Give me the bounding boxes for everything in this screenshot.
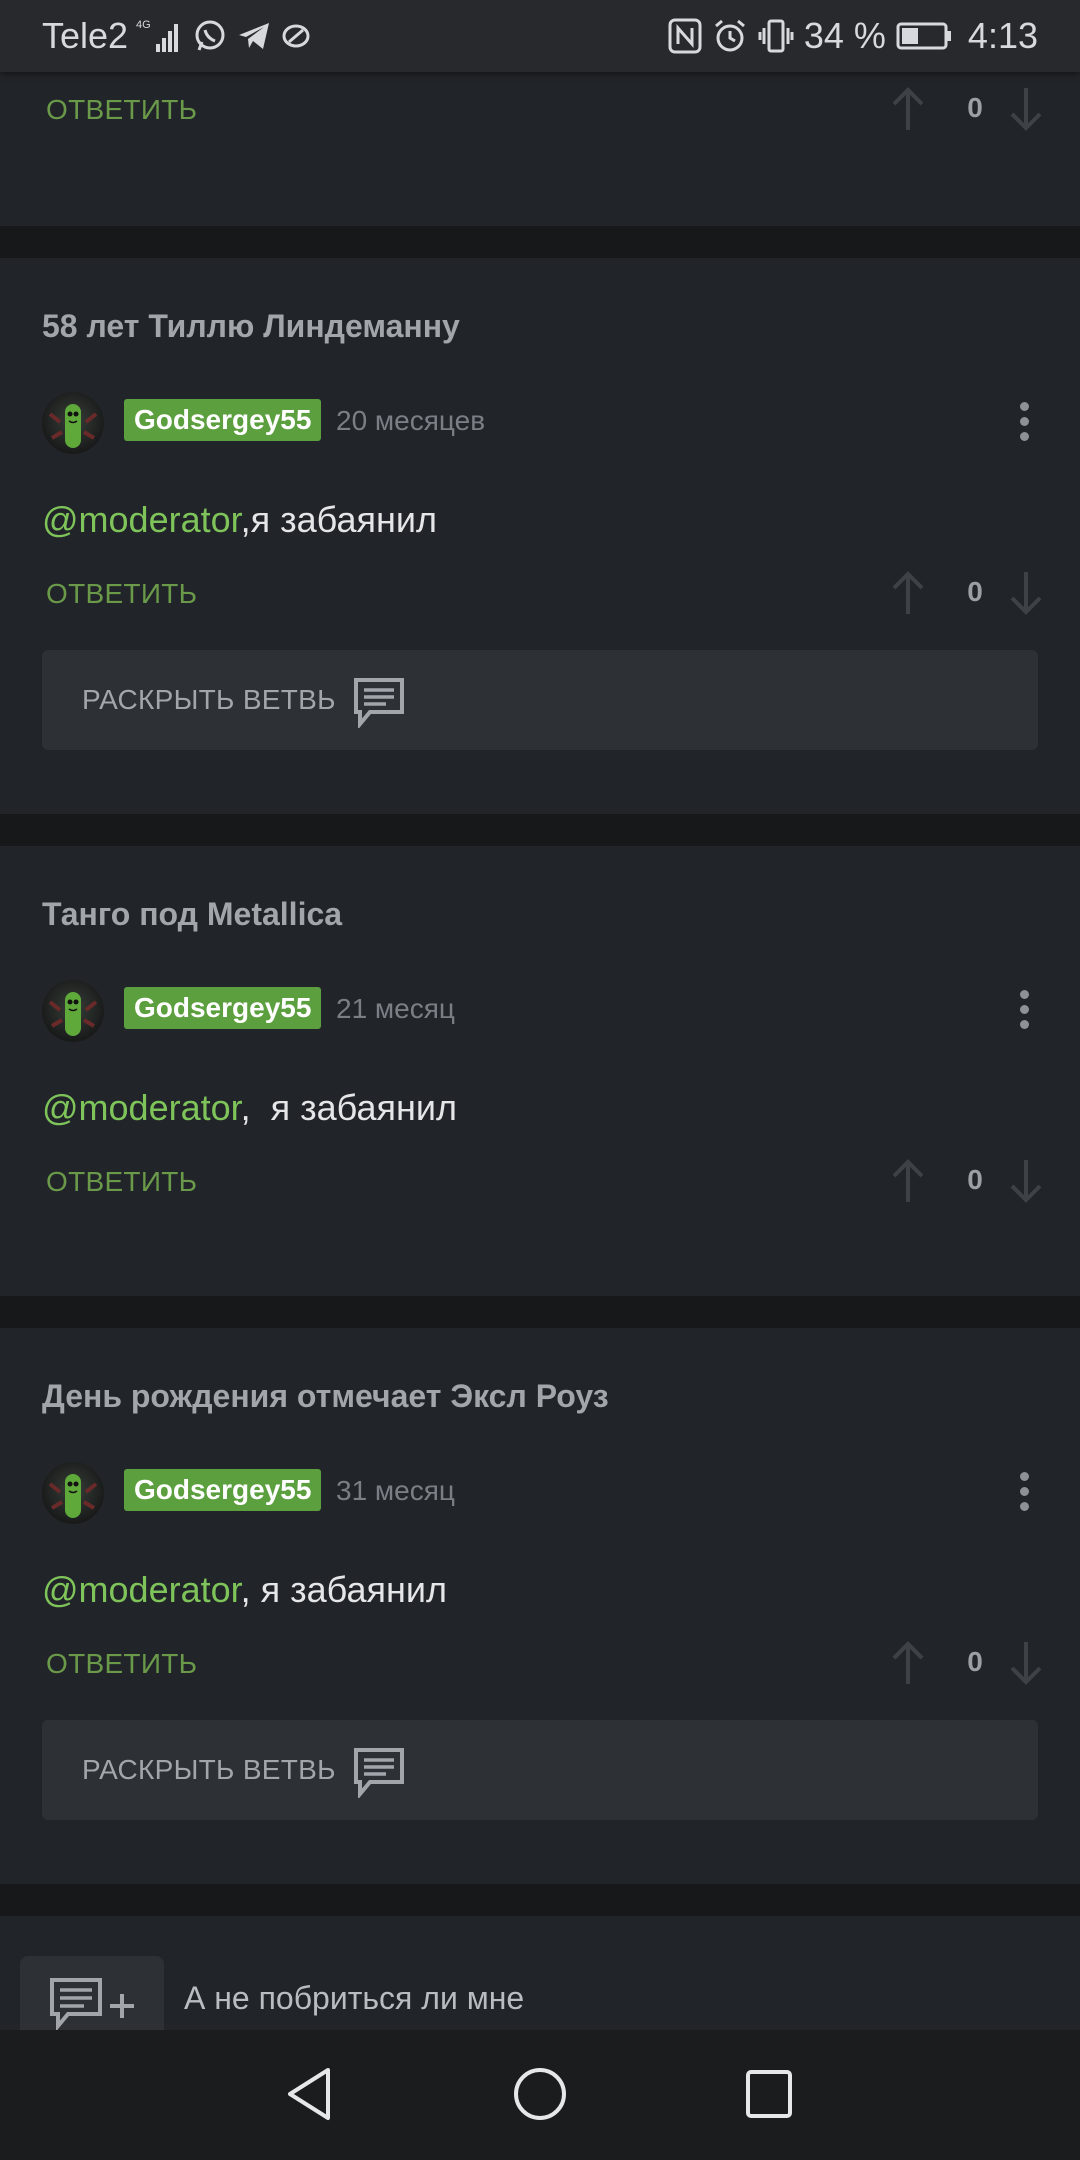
username[interactable]: Godsergey55 [124,1469,322,1511]
arrow-down-icon[interactable] [1008,86,1044,137]
post-title[interactable]: 58 лет Тиллю Линдеманну [42,308,460,345]
battery-icon [896,21,952,51]
avatar[interactable] [42,1462,104,1524]
vote-count: 0 [967,1164,983,1195]
username[interactable]: Godsergey55 [124,987,322,1029]
post-title[interactable]: День рождения отмечает Эксл Роуз [42,1378,609,1415]
reply-button[interactable]: ОТВЕТИТЬ [46,578,197,610]
app-icon [280,20,312,52]
reply-button[interactable]: ОТВЕТИТЬ [46,94,197,126]
comment-icon [352,676,406,733]
telegram-icon [236,18,272,54]
comment-input-bar: А не побриться ли мне [0,1916,1080,2046]
arrow-up-icon[interactable] [890,1640,926,1691]
expand-thread-label: РАСКРЫТЬ ВЕТВЬ [82,684,336,715]
comment-icon [352,1746,406,1803]
separator [0,226,1080,258]
username[interactable]: Godsergey55 [124,399,322,441]
more-icon[interactable] [1016,402,1032,447]
vote-control: 0 [890,1640,1050,1688]
arrow-down-icon[interactable] [1008,570,1044,621]
separator [0,1296,1080,1328]
vibrate-icon [758,18,794,54]
whatsapp-icon [192,18,228,54]
timestamp: 20 месяцев [336,405,486,436]
separator [0,814,1080,846]
post-title[interactable]: Танго под Metallica [42,896,342,933]
clock: 4:13 [967,15,1038,56]
comment-input[interactable]: А не побриться ли мне [184,1980,524,2017]
comment-text: @moderator,я забаянил [42,499,437,540]
expand-thread-button[interactable]: РАСКРЫТЬ ВЕТВЬ [42,650,1038,750]
expand-thread-button[interactable]: РАСКРЫТЬ ВЕТВЬ [42,1720,1038,1820]
arrow-up-icon[interactable] [890,1158,926,1209]
signal-icon: 4G [136,16,184,56]
nfc-icon [668,18,702,54]
arrow-up-icon[interactable] [890,86,926,137]
mention-link[interactable]: @moderator [42,1569,241,1610]
comment-text: @moderator, я забаянил [42,1569,447,1610]
navigation-bar [0,2030,1080,2160]
comment-text: @moderator, я забаянил [42,1087,457,1128]
partial-comment: ОТВЕТИТЬ 0 [0,72,1080,226]
back-icon[interactable] [284,2066,334,2127]
more-icon[interactable] [1016,1472,1032,1517]
more-icon[interactable] [1016,990,1032,1035]
arrow-down-icon[interactable] [1008,1640,1044,1691]
battery-percent: 34 % [803,15,886,56]
recents-icon[interactable] [744,2066,794,2127]
post-card: День рождения отмечает Эксл Роуз Godserg… [0,1328,1080,1884]
alarm-icon [712,18,748,54]
reply-button[interactable]: ОТВЕТИТЬ [46,1648,197,1680]
post-card: 58 лет Тиллю Линдеманну Godsergey55 20 м… [0,258,1080,814]
vote-control: 0 [890,1158,1050,1206]
vote-control: 0 [890,570,1050,618]
vote-count: 0 [967,576,983,607]
avatar[interactable] [42,392,104,454]
timestamp: 31 месяц [336,1475,455,1506]
vote-count: 0 [967,1646,983,1677]
arrow-down-icon[interactable] [1008,1158,1044,1209]
mention-link[interactable]: @moderator [42,1087,241,1128]
timestamp: 21 месяц [336,993,455,1024]
post-card: Танго под Metallica Godsergey55 21 месяц… [0,846,1080,1296]
add-comment-icon [48,1976,140,2037]
network-type: 4G [136,19,151,31]
vote-count: 0 [967,92,983,123]
reply-button[interactable]: ОТВЕТИТЬ [46,1166,197,1198]
separator [0,1884,1080,1916]
status-bar: Tele2 4G 34 % 4:13 [0,0,1080,72]
carrier-name: Tele2 [42,15,129,56]
home-icon[interactable] [512,2066,568,2127]
arrow-up-icon[interactable] [890,570,926,621]
avatar[interactable] [42,980,104,1042]
mention-link[interactable]: @moderator [42,499,241,540]
expand-thread-label: РАСКРЫТЬ ВЕТВЬ [82,1754,336,1785]
vote-control: 0 [890,86,1050,134]
